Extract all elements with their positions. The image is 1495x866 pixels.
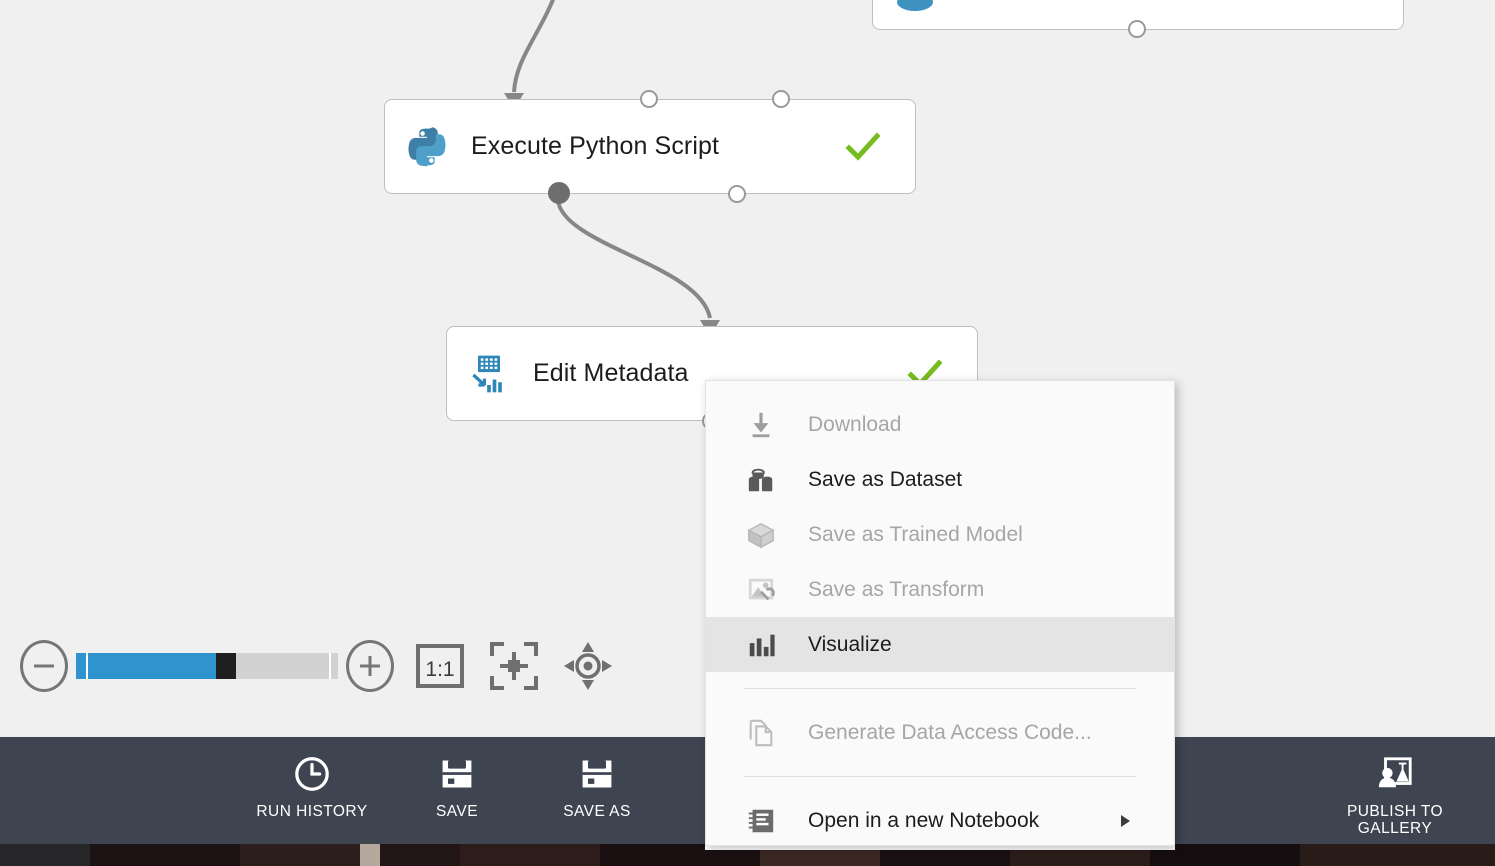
menu-item-generate-data-access-code-label: Generate Data Access Code... xyxy=(808,720,1092,744)
copy-page-icon xyxy=(744,716,778,750)
menu-item-open-in-a-new-notebook[interactable]: Open in a new Notebook xyxy=(706,793,1174,848)
zoom-slider-tick xyxy=(329,653,331,679)
menu-item-save-as-dataset-label: Save as Dataset xyxy=(808,467,963,491)
menu-item-save-as-trained-model[interactable]: Save as Trained Model xyxy=(706,507,1174,562)
menu-item-visualize-label: Visualize xyxy=(808,632,892,656)
toolbar-button-save-as[interactable]: SAVE AS xyxy=(517,737,677,844)
toolbar-button-run-history[interactable]: RUN HISTORY xyxy=(227,737,397,844)
python-icon xyxy=(405,125,449,169)
fit-to-window-icon[interactable] xyxy=(486,638,542,694)
submenu-arrow-icon xyxy=(1121,814,1130,827)
zoom-out-button[interactable] xyxy=(20,640,68,692)
module-icon xyxy=(893,0,937,16)
menu-spacer xyxy=(706,689,1174,705)
notebook-icon xyxy=(744,804,778,838)
menu-item-save-as-dataset[interactable]: Save as Dataset xyxy=(706,452,1174,507)
toolbar-button-run-history-label: RUN HISTORY xyxy=(256,803,368,820)
menu-spacer xyxy=(706,760,1174,776)
bar-chart-icon xyxy=(744,628,778,662)
floppy-disk-icon xyxy=(439,755,475,793)
toolbar-button-save-label: SAVE xyxy=(435,803,478,820)
node-port-output-1[interactable] xyxy=(548,182,570,204)
pan-icon[interactable] xyxy=(560,638,616,694)
transform-icon xyxy=(744,573,778,607)
cube-icon xyxy=(744,518,778,552)
floppy-disk-icon xyxy=(579,755,615,793)
zoom-slider-fill xyxy=(76,653,216,679)
toolbar-button-publish-to-gallery-label: PUBLISH TO GALLERY xyxy=(1346,803,1444,837)
menu-item-save-as-transform-label: Save as Transform xyxy=(808,577,985,601)
dataset-icon xyxy=(744,463,778,497)
publish-gallery-icon xyxy=(1376,755,1414,793)
node-port-output[interactable] xyxy=(1128,20,1146,38)
menu-top-spacer xyxy=(706,381,1174,397)
toolbar-button-publish-to-gallery[interactable]: PUBLISH TO GALLERY xyxy=(1295,737,1495,844)
status-check-icon xyxy=(845,131,881,161)
canvas-node-partial[interactable] xyxy=(872,0,1404,38)
canvas-node-edit-metadata-label: Edit Metadata xyxy=(533,359,689,387)
toolbar-button-save[interactable]: SAVE xyxy=(397,737,517,844)
menu-spacer xyxy=(706,672,1174,688)
menu-item-visualize[interactable]: Visualize xyxy=(706,617,1174,672)
actual-size-label: 1:1 xyxy=(425,658,454,681)
node-port-input-2[interactable] xyxy=(772,90,790,108)
zoom-slider-tick xyxy=(86,653,88,679)
zoom-in-button[interactable] xyxy=(346,640,394,692)
canvas-node-execute-python-script[interactable]: Execute Python Script xyxy=(384,90,916,204)
actual-size-button[interactable]: 1:1 xyxy=(412,638,468,694)
menu-item-open-in-a-new-notebook-label: Open in a new Notebook xyxy=(808,808,1040,832)
node-port-input-1[interactable] xyxy=(640,90,658,108)
menu-item-save-as-transform[interactable]: Save as Transform xyxy=(706,562,1174,617)
menu-spacer xyxy=(706,777,1174,793)
edit-metadata-icon xyxy=(467,352,511,396)
menu-item-generate-data-access-code[interactable]: Generate Data Access Code... xyxy=(706,705,1174,760)
menu-item-save-as-trained-model-label: Save as Trained Model xyxy=(808,522,1023,546)
module-context-menu[interactable]: Download Save as Dataset Save as Trained… xyxy=(705,380,1175,846)
node-port-output-2[interactable] xyxy=(728,185,746,203)
clock-icon xyxy=(293,755,331,793)
menu-item-download-label: Download xyxy=(808,412,902,436)
canvas-node-execute-python-script-label: Execute Python Script xyxy=(471,132,720,160)
zoom-control-bar[interactable]: 1:1 xyxy=(20,638,616,694)
zoom-slider[interactable] xyxy=(76,653,338,679)
zoom-slider-thumb[interactable] xyxy=(216,653,236,679)
menu-item-download[interactable]: Download xyxy=(706,397,1174,452)
toolbar-button-save-as-label: SAVE AS xyxy=(563,803,631,820)
download-icon xyxy=(744,408,778,442)
